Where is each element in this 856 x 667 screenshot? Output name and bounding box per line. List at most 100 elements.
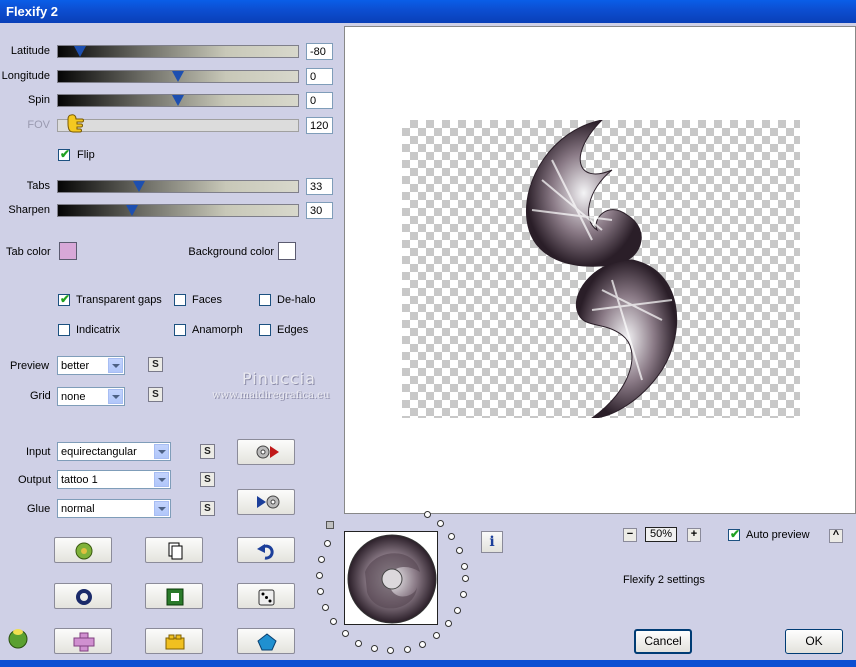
input-select[interactable]: equirectangular — [57, 442, 171, 461]
slider-fov-track[interactable] — [57, 119, 299, 132]
output-transform-button[interactable] — [237, 489, 295, 515]
output-select[interactable]: tattoo 1 — [57, 470, 171, 489]
dial-dot[interactable] — [355, 639, 363, 647]
slider-sharpen-value[interactable]: 30 — [306, 202, 333, 219]
glue-s-button[interactable]: S — [200, 501, 215, 516]
slider-longitude-label: Longitude — [1, 70, 50, 82]
dial-dot[interactable] — [321, 604, 329, 612]
slider-latitude-track[interactable] — [57, 45, 299, 58]
dial-dot[interactable] — [317, 555, 325, 563]
dial-dot[interactable] — [423, 510, 431, 518]
random-dice-button[interactable] — [237, 583, 295, 609]
dial-dot[interactable] — [445, 620, 453, 628]
navigator-thumbnail[interactable] — [344, 531, 438, 625]
ok-button[interactable]: OK — [785, 629, 843, 654]
anamorph-label: Anamorph — [192, 324, 243, 336]
slider-longitude-thumb[interactable] — [172, 71, 184, 82]
dial-dot[interactable] — [316, 588, 324, 596]
background-color-label: Background color — [188, 246, 274, 258]
brick-button[interactable] — [145, 628, 203, 654]
randomize-button[interactable] — [54, 537, 112, 563]
slider-latitude-value[interactable]: -80 — [306, 43, 333, 60]
dial-dot[interactable] — [403, 645, 411, 653]
slider-spin-track[interactable] — [57, 94, 299, 107]
undo-button[interactable] — [237, 537, 295, 563]
input-value: equirectangular — [61, 446, 137, 458]
slider-sharpen-track[interactable] — [57, 204, 299, 217]
transparent-gaps-checkbox[interactable]: ✔ — [58, 292, 70, 306]
dial-dot[interactable] — [433, 632, 441, 640]
transparent-gaps-label: Transparent gaps — [76, 294, 162, 306]
preview-quality-label: Preview — [10, 360, 50, 372]
brick-icon — [165, 634, 185, 650]
navigator-image — [347, 534, 437, 624]
dial-dot[interactable] — [341, 630, 349, 638]
navigator-handle[interactable] — [326, 521, 334, 529]
dial-dot[interactable] — [454, 606, 462, 614]
slider-tabs-track[interactable] — [57, 180, 299, 193]
slider-longitude-track[interactable] — [57, 70, 299, 83]
ring-button[interactable] — [54, 583, 112, 609]
chevron-down-icon — [154, 444, 169, 459]
copy-button[interactable] — [145, 537, 203, 563]
dial-dot[interactable] — [324, 540, 332, 548]
info-button[interactable]: i — [481, 531, 503, 553]
settings-label: Flexify 2 settings — [623, 574, 705, 586]
de-halo-label: De-halo — [277, 294, 316, 306]
frame-button[interactable] — [145, 583, 203, 609]
dial-dot[interactable] — [459, 590, 467, 598]
faces-checkbox[interactable] — [174, 294, 186, 306]
pointing-hand-icon[interactable] — [65, 113, 85, 140]
dial-dot[interactable] — [387, 647, 395, 655]
slider-spin-thumb[interactable] — [172, 95, 184, 106]
zoom-in-button[interactable]: + — [687, 528, 701, 542]
dial-dot[interactable] — [330, 618, 338, 626]
faces-label: Faces — [192, 294, 222, 306]
cross-button[interactable] — [54, 628, 112, 654]
grid-select[interactable]: none — [57, 387, 125, 406]
dial-dot[interactable] — [461, 574, 469, 582]
slider-tabs-label: Tabs — [26, 180, 50, 192]
de-halo-checkbox[interactable] — [259, 294, 271, 306]
globe-icon — [75, 542, 93, 560]
slider-longitude-value[interactable]: 0 — [306, 68, 333, 85]
edges-checkbox[interactable] — [259, 324, 271, 336]
dial-dot[interactable] — [456, 547, 464, 555]
background-color-swatch[interactable] — [278, 242, 296, 260]
dial-dot[interactable] — [370, 645, 378, 653]
cross-icon — [73, 632, 95, 652]
collapse-button[interactable]: ^ — [829, 529, 843, 543]
slider-spin-value[interactable]: 0 — [306, 92, 333, 109]
auto-preview-checkbox[interactable]: ✔ — [728, 527, 740, 541]
glue-select[interactable]: normal — [57, 499, 171, 518]
dial-dot[interactable] — [448, 532, 456, 540]
input-s-button[interactable]: S — [200, 444, 215, 459]
cancel-button[interactable]: Cancel — [634, 629, 692, 654]
slider-latitude-thumb[interactable] — [73, 46, 86, 57]
tab-color-swatch[interactable] — [59, 242, 77, 260]
pentagon-button[interactable] — [237, 628, 295, 654]
ring-icon — [76, 589, 92, 605]
dial-dot[interactable] — [460, 563, 468, 571]
info-icon: i — [489, 534, 495, 550]
grid-s-button[interactable]: S — [148, 387, 163, 402]
flip-checkbox[interactable]: ✔ — [58, 147, 70, 161]
slider-fov-value[interactable]: 120 — [306, 117, 333, 134]
slider-tabs-value[interactable]: 33 — [306, 178, 333, 195]
slider-tabs-thumb[interactable] — [133, 181, 146, 192]
dial-dot[interactable] — [315, 571, 323, 579]
glue-value: normal — [61, 503, 95, 515]
slider-sharpen-thumb[interactable] — [126, 205, 139, 216]
disc-forward-icon — [256, 445, 279, 459]
dial-dot[interactable] — [437, 520, 445, 528]
zoom-out-button[interactable]: − — [623, 528, 637, 542]
preview-quality-select[interactable]: better — [57, 356, 125, 375]
input-transform-button[interactable] — [237, 439, 295, 465]
anamorph-checkbox[interactable] — [174, 324, 186, 336]
input-label: Input — [26, 446, 51, 458]
indicatrix-checkbox[interactable] — [58, 324, 70, 336]
dial-dot[interactable] — [419, 640, 427, 648]
preview-s-button[interactable]: S — [148, 357, 163, 372]
chevron-down-icon — [108, 389, 123, 404]
output-s-button[interactable]: S — [200, 472, 215, 487]
